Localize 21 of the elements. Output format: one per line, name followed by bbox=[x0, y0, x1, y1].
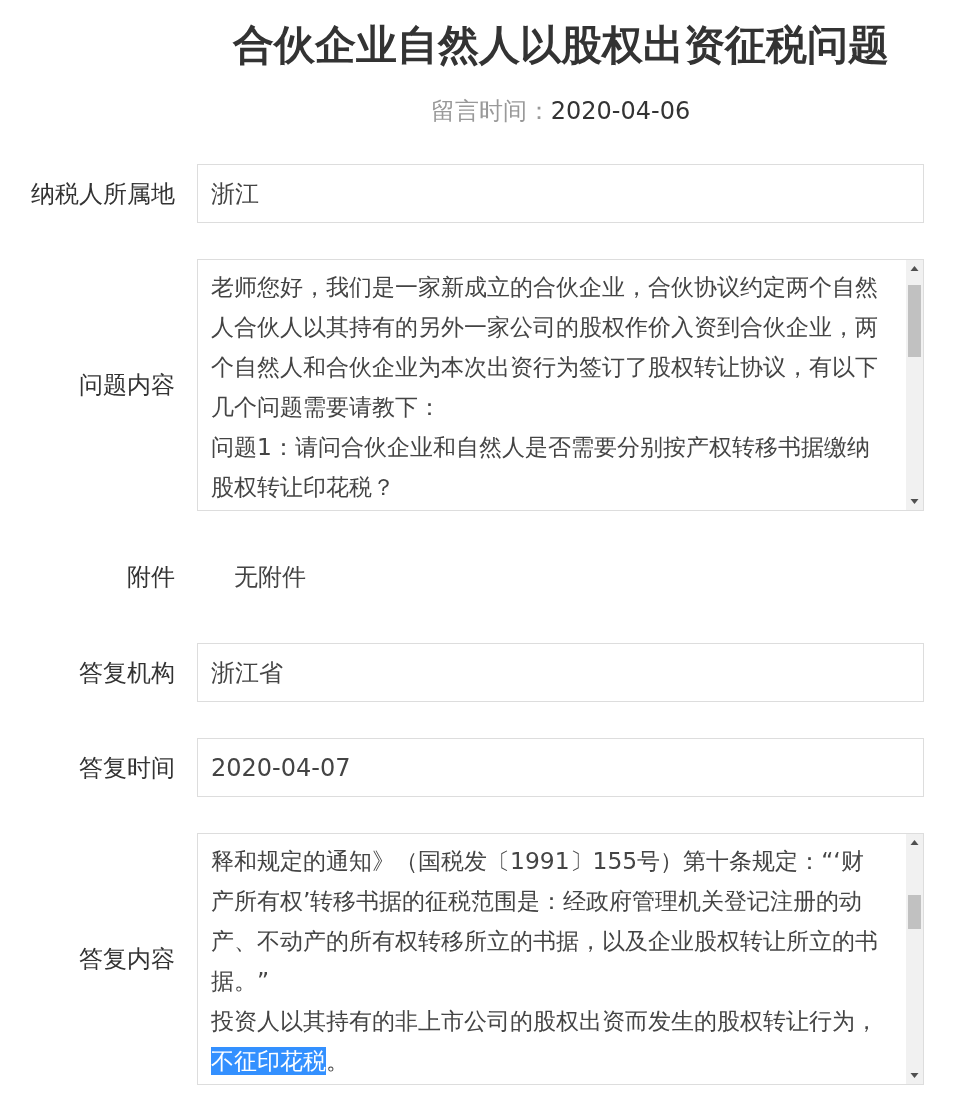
text-paragraph: 问题1：请问合伙企业和自然人是否需要分别按产权转移书据缴纳股权转让印花税？ bbox=[211, 432, 871, 503]
input-field[interactable]: 2020-04-07 bbox=[197, 738, 924, 797]
field-value: 无附件 bbox=[233, 562, 306, 593]
text-paragraph: 释和规定的通知》（国税发〔1991〕155号）第十条规定：“‘财产所有权’转移书据的征税范围是：经政府管理机关登记注册的动产、不动产的所有权转移所立的书据，以及企业股权转让所立的书据。” bbox=[211, 846, 879, 997]
scrollbar-thumb[interactable] bbox=[908, 895, 921, 929]
field-label: 问题内容 bbox=[78, 370, 175, 401]
field-label: 答复内容 bbox=[78, 944, 175, 975]
text-area[interactable]: 释和规定的通知》（国税发〔1991〕155号）第十条规定：“‘财产所有权’转移书据的征税范围是：经政府管理机关登记注册的动产、不动产的所有权转移所立的书据，以及企业股权转让所立的书据。” 投资人以其持有的非上市公司的股权出资而发生的股权转让行为， 不征印花税。 bbox=[197, 833, 924, 1085]
field-label: 附件 bbox=[126, 562, 175, 593]
field-label: 答复机构 bbox=[78, 657, 175, 689]
text-area[interactable]: 老师您好，我们是一家新成立的合伙企业，合伙协议约定两个自然人合伙人以其持有的另外一家公司的股权作价入资到合伙企业，两个自然人和合伙企业为本次出资行为签订了股权转让协议，有以下几个问题需要请教下： 问题1：请问合伙企业和自然人是否需要分别按产权转移书据缴纳股权转让印花税？ bbox=[197, 259, 924, 511]
message-time-label: 留言时间： bbox=[430, 96, 551, 127]
input-field[interactable]: 浙江省 bbox=[197, 643, 924, 702]
field-label: 答复时间 bbox=[78, 752, 175, 784]
scrollbar-thumb[interactable] bbox=[908, 285, 921, 357]
page-title: 合伙企业自然人以股权出资征税问题 bbox=[231, 20, 890, 71]
message-time-value: 2020-04-06 bbox=[550, 96, 691, 127]
text-paragraph: 老师您好，我们是一家新成立的合伙企业，合伙协议约定两个自然人合伙人以其持有的另外一家公司的股权作价入资到合伙企业，两个自然人和合伙企业为本次出资行为签订了股权转让协议，有以下几个问题需要请教下： bbox=[211, 272, 879, 423]
field-label: 纳税人所属地 bbox=[30, 178, 175, 210]
input-field[interactable]: 浙江 bbox=[197, 164, 924, 223]
text-paragraph: 投资人以其持有的非上市公司的股权出资而发生的股权转让行为， 不征印花税。 bbox=[211, 1006, 879, 1077]
